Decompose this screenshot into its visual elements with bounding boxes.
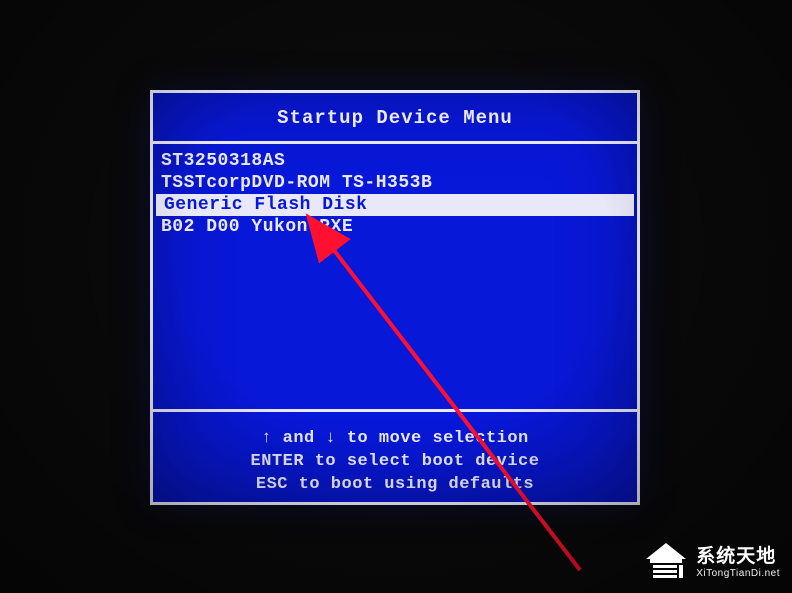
help-line-nav: ↑ and ↓ to move selection [153, 428, 637, 451]
help-text: ↑ and ↓ to move selection ENTER to selec… [153, 412, 637, 513]
house-icon [644, 541, 688, 579]
boot-item-usb[interactable]: Generic Flash Disk [156, 194, 634, 216]
menu-title: Startup Device Menu [153, 93, 637, 144]
watermark: 系统天地 XiTongTianDi.net [644, 541, 780, 579]
boot-item-dvd[interactable]: TSSTcorpDVD-ROM TS-H353B [153, 172, 637, 194]
boot-device-list[interactable]: ST3250318AS TSSTcorpDVD-ROM TS-H353B Gen… [153, 144, 637, 412]
boot-item-pxe[interactable]: B02 D00 Yukon PXE [153, 216, 637, 238]
help-line-esc: ESC to boot using defaults [153, 474, 637, 497]
watermark-url: XiTongTianDi.net [696, 568, 780, 579]
bios-menu-window: Startup Device Menu ST3250318AS TSSTcorp… [150, 90, 640, 505]
watermark-brand: 系统天地 [696, 541, 780, 568]
help-line-enter: ENTER to select boot device [153, 451, 637, 474]
boot-item-hdd[interactable]: ST3250318AS [153, 150, 637, 172]
